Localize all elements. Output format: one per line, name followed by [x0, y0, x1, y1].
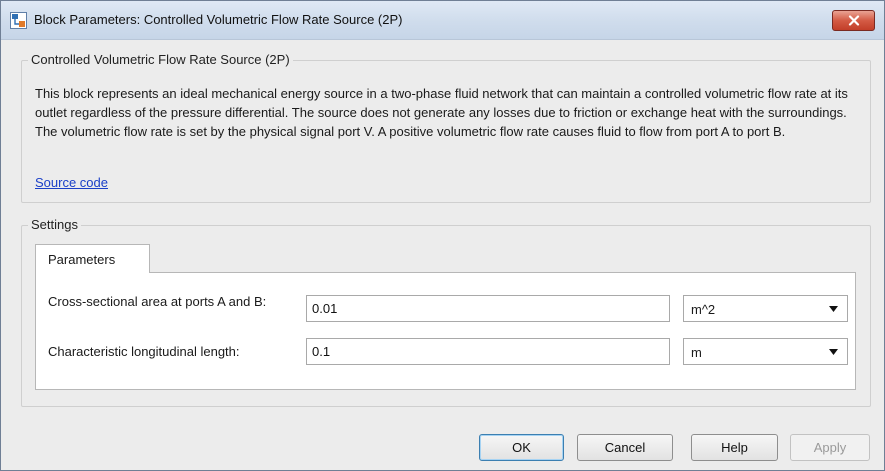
characteristic-length-label: Characteristic longitudinal length: — [48, 344, 240, 359]
ok-button[interactable]: OK — [479, 434, 564, 461]
description-legend: Controlled Volumetric Flow Rate Source (… — [28, 52, 293, 67]
chevron-down-icon — [829, 349, 838, 355]
block-params-icon — [10, 12, 27, 29]
settings-legend: Settings — [28, 217, 81, 232]
tab-parameters-label: Parameters — [48, 252, 116, 267]
cross-sectional-area-input[interactable] — [306, 295, 670, 322]
close-button[interactable] — [832, 10, 875, 31]
close-icon — [848, 15, 859, 26]
characteristic-length-unit: m — [691, 345, 702, 360]
cross-sectional-area-label: Cross-sectional area at ports A and B: — [48, 294, 267, 309]
settings-group: Settings Parameters Cross-sectional area… — [21, 217, 871, 407]
chevron-down-icon — [829, 306, 838, 312]
cross-sectional-area-unit: m^2 — [691, 302, 716, 317]
block-description: This block represents an ideal mechanica… — [35, 86, 848, 139]
dialog-window: Block Parameters: Controlled Volumetric … — [0, 0, 885, 471]
cross-sectional-area-unit-select[interactable]: m^2 — [683, 295, 848, 322]
apply-button[interactable]: Apply — [790, 434, 870, 461]
description-group: Controlled Volumetric Flow Rate Source (… — [21, 52, 871, 203]
window-title: Block Parameters: Controlled Volumetric … — [34, 12, 403, 27]
source-code-link[interactable]: Source code — [35, 175, 108, 190]
title-bar[interactable]: Block Parameters: Controlled Volumetric … — [1, 1, 884, 40]
parameters-panel: Cross-sectional area at ports A and B: m… — [35, 272, 856, 390]
characteristic-length-input[interactable] — [306, 338, 670, 365]
tab-parameters[interactable]: Parameters — [35, 244, 150, 273]
cancel-button[interactable]: Cancel — [577, 434, 673, 461]
help-button[interactable]: Help — [691, 434, 778, 461]
characteristic-length-unit-select[interactable]: m — [683, 338, 848, 365]
